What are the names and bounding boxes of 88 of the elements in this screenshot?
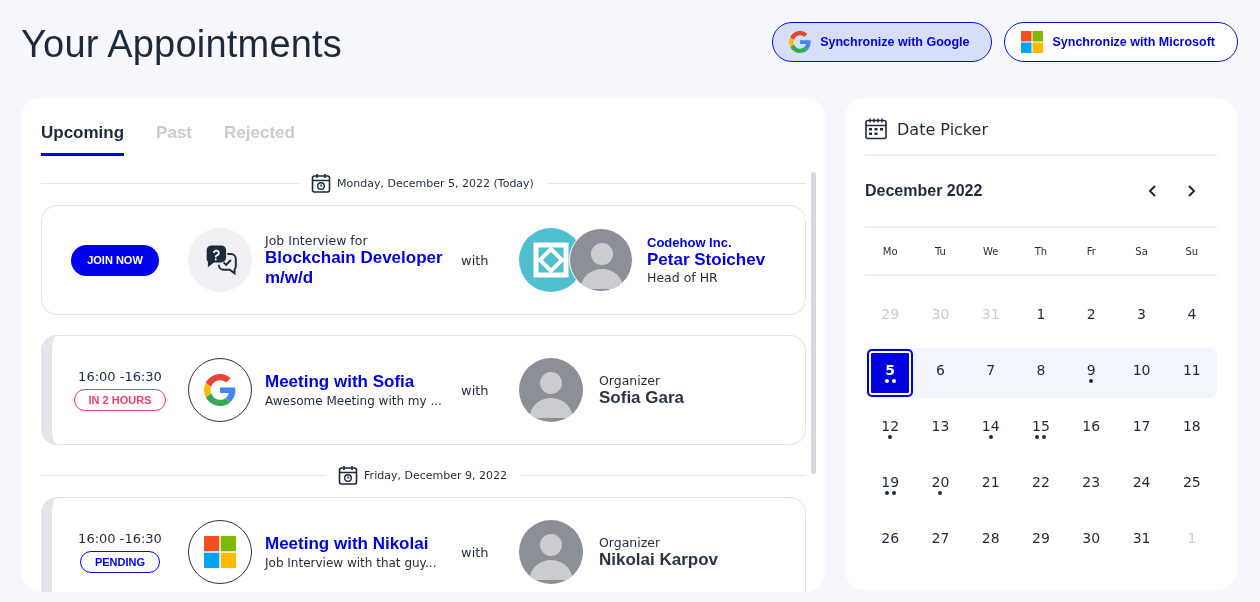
calendar-day[interactable]: 4 [1170,295,1213,339]
calendar-day[interactable]: 12 [869,407,912,451]
calendar-day[interactable]: 7 [969,351,1012,395]
appointment-description: Awesome Meeting with my ... [265,394,443,408]
weekday-label: Fr [1085,245,1097,257]
event-dot [1089,379,1094,383]
time-range: 16:00 -16:30 [78,369,162,384]
calendar-day[interactable]: 15 [1019,407,1063,451]
calendar-day[interactable]: 29 [1019,519,1063,563]
event-dot [884,491,889,495]
appointment-description: Job Interview with that guy... [265,556,438,570]
event-dot [891,491,896,495]
calendar-day[interactable]: 17 [1120,407,1163,451]
event-dot [938,491,943,495]
calendar-day[interactable]: 23 [1070,463,1113,507]
calendar-day[interactable]: 26 [869,519,912,563]
calendar-day[interactable]: 22 [1019,463,1063,507]
calendar-day[interactable]: 14 [969,407,1012,451]
person-name: Sofia Gara [599,387,685,408]
page-title: Your Appointments [21,22,342,66]
scrollbar[interactable] [811,172,816,474]
chevron-right-icon [1187,184,1197,198]
calendar-day[interactable]: 19 [869,463,912,507]
weekday-label: Th [1033,245,1049,257]
calendar-day[interactable]: 6 [919,351,962,395]
weekday-label: Tu [933,245,947,257]
google-logo-icon [789,31,812,53]
appointment-subtitle: Job Interview for [265,232,369,248]
panel-title: Date Picker [897,119,988,139]
weekday-label: Su [1184,245,1200,257]
time-range: 16:00 -16:30 [78,531,162,546]
with-label: with [461,382,490,398]
event-dot [888,435,893,439]
date-label: Monday, December 5, 2022 (Today) [337,176,534,190]
event-dot [1035,435,1040,439]
microsoft-logo-icon [1021,31,1044,53]
calendar-day[interactable]: 2 [1070,295,1113,339]
microsoft-logo-icon [204,536,236,568]
calendar-day[interactable]: 24 [1120,463,1163,507]
calendar-day[interactable]: 27 [919,519,962,563]
event-dot [988,435,993,439]
person-role: Organizer [599,372,662,388]
month-label: December 2022 [865,182,983,200]
appointment-card[interactable]: 16:00 -16:30 PENDING Meeting with Nikolai Job Interview with that guy... with Organizer Nikolai Karpov [41,497,806,592]
sync-button[interactable]: Synchronize with Google [772,22,993,62]
calendar-day[interactable]: 28 [969,519,1012,563]
google-logo-icon [204,374,236,406]
calendar-day[interactable]: 11 [1170,351,1213,395]
tab[interactable]: Upcoming [41,123,125,156]
appointment-card[interactable]: 16:00 -16:30 IN 2 HOURS Meeting with Sofia Awesome Meeting with my ... with Organizer Sofia Gara [41,335,806,445]
calendar-day[interactable]: 8 [1019,351,1063,395]
chevron-left-icon [1147,184,1157,198]
calendar-day[interactable]: 25 [1170,463,1213,507]
event-dot [1042,435,1047,439]
weekday-label: We [981,245,1000,257]
join-button[interactable]: JOIN NOW [71,244,159,276]
calendar-day[interactable]: 21 [969,463,1012,507]
person-name: Nikolai Karpov [599,549,719,570]
appointment-card[interactable]: JOIN NOW Job Interview for Blockchain Developer m/w/d with Codehow Inc. Petar Stoichev Head of HR [41,205,806,315]
calendar-day[interactable]: 3 [1120,295,1163,339]
company-name: Codehow Inc. [647,235,733,250]
calendar-day[interactable]: 31 [1120,519,1163,563]
with-label: with [461,544,490,560]
event-dot [884,379,889,383]
calendar-day[interactable]: 5 [869,351,912,395]
weekday-label: Mo [881,245,899,257]
calendar-clock-icon [311,173,332,193]
calendar-day[interactable]: 9 [1070,351,1113,395]
with-label: with [461,252,490,268]
calendar-day[interactable]: 1 [1019,295,1063,339]
person-role: Head of HR [647,270,719,285]
sync-button[interactable]: Synchronize with Microsoft [1004,22,1238,62]
calendar-clock-icon [338,465,359,485]
appointment-title[interactable]: Meeting with Sofia [265,372,461,392]
calendar-day[interactable]: 13 [919,407,962,451]
person-name: Petar Stoichev [647,250,766,270]
weekday-label: Sa [1134,245,1149,257]
event-dot [891,379,896,383]
appointment-title[interactable]: Blockchain Developer m/w/d [265,247,461,288]
calendar-icon [865,118,887,140]
date-label: Friday, December 9, 2022 [364,468,507,482]
calendar-day[interactable]: 16 [1070,407,1113,451]
calendar-day[interactable]: 10 [1120,351,1163,395]
calendar-day[interactable]: 18 [1170,407,1213,451]
person-role: Organizer [599,534,662,550]
appointment-title[interactable]: Meeting with Nikolai [265,534,461,554]
calendar-day[interactable]: 20 [919,463,962,507]
calendar-day[interactable]: 30 [1070,519,1113,563]
